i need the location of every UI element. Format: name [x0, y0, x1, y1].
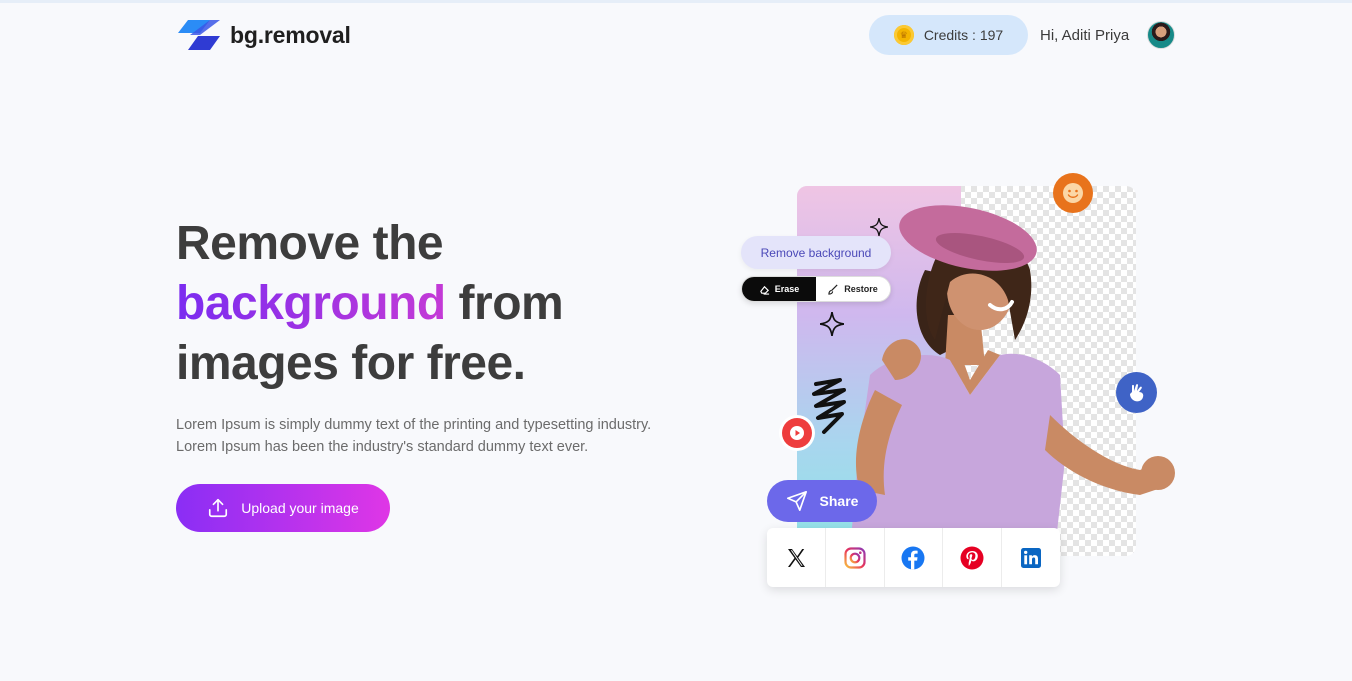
remove-background-chip: Remove background	[741, 236, 891, 269]
like-bubble	[1116, 372, 1157, 413]
share-button[interactable]: Share	[767, 480, 877, 522]
top-border	[0, 0, 1352, 3]
brand-logo[interactable]: bg.removal	[176, 18, 351, 52]
hand-icon	[1129, 383, 1143, 401]
credits-badge[interactable]: ♛ Credits : 197	[869, 15, 1028, 55]
facebook-icon	[901, 546, 925, 569]
play-bubble	[782, 418, 812, 448]
hero-title-line3: images for free.	[176, 337, 526, 390]
brand-name: bg.removal	[230, 21, 351, 48]
erase-label: Erase	[774, 284, 800, 294]
restore-label: Restore	[844, 284, 878, 294]
sparkle-icon	[820, 312, 844, 336]
restore-tool: Restore	[816, 277, 890, 301]
logo-icon	[178, 20, 220, 50]
coin-icon: ♛	[893, 25, 914, 45]
play-icon	[790, 426, 804, 440]
hero-desc-line1: Lorem Ipsum is simply dummy text of the …	[176, 417, 652, 433]
share-instagram[interactable]	[826, 528, 885, 587]
hero-description: Lorem Ipsum is simply dummy text of the …	[176, 414, 696, 458]
instagram-icon	[844, 546, 866, 569]
smiley-icon	[1063, 183, 1083, 203]
hero-illustration: Remove background Erase Restore Share	[740, 170, 1180, 600]
hero-title-accent: background	[176, 277, 446, 330]
erase-restore-toggle: Erase Restore	[741, 276, 891, 302]
upload-icon	[209, 498, 228, 518]
social-share-bar	[767, 528, 1060, 587]
brush-icon	[828, 283, 838, 295]
scribble-icon	[812, 378, 846, 434]
share-x[interactable]	[767, 528, 826, 587]
erase-tool: Erase	[742, 277, 816, 301]
share-linkedin[interactable]	[1002, 528, 1060, 587]
upload-image-button[interactable]: Upload your image	[176, 484, 390, 532]
hero-title-line1: Remove the	[176, 217, 444, 270]
hero-title-after-accent: from	[445, 277, 564, 330]
eraser-icon	[759, 285, 769, 295]
upload-button-label: Upload your image	[241, 500, 359, 516]
user-greeting: Hi, Aditi Priya	[1040, 27, 1130, 44]
sparkle-icon	[870, 218, 888, 236]
share-facebook[interactable]	[885, 528, 944, 587]
credits-label: Credits : 197	[923, 27, 1004, 43]
smiley-bubble	[1053, 173, 1093, 213]
pinterest-icon	[960, 546, 984, 569]
linkedin-icon	[1021, 547, 1042, 568]
hero-title: Remove the background from images for fr…	[176, 214, 736, 394]
x-icon	[787, 548, 805, 567]
avatar[interactable]	[1147, 21, 1175, 49]
hero-desc-line2: Lorem Ipsum has been the industry's stan…	[176, 439, 589, 455]
share-pinterest[interactable]	[943, 528, 1003, 587]
share-label: Share	[819, 493, 859, 509]
send-icon	[786, 491, 807, 511]
